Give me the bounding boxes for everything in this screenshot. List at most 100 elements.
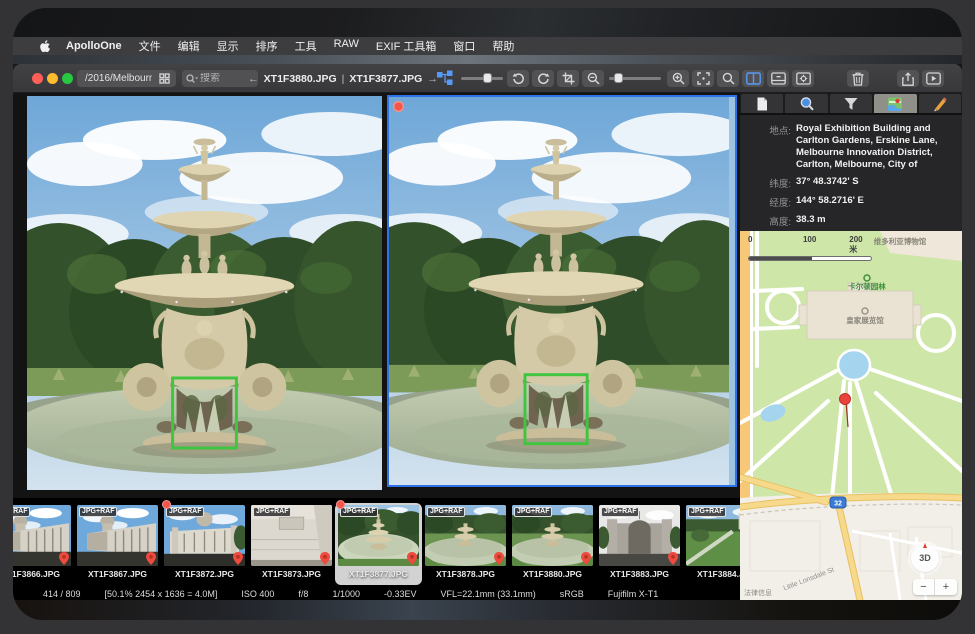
inspector-tab-filter[interactable] (830, 94, 872, 113)
close-window-button[interactable] (32, 73, 43, 84)
thumbnail-size-slider-knob[interactable] (483, 73, 492, 83)
secondary-display-button[interactable] (767, 70, 789, 87)
zoom-window-button[interactable] (62, 73, 73, 84)
status-bar: 414 / 809[50.1% 2454 x 1636 = 4.0M]ISO 4… (13, 588, 740, 600)
thumbnail-image: JPG+RAF (251, 505, 332, 566)
menu-item[interactable]: 帮助 (492, 38, 514, 54)
grid-icon (159, 73, 170, 84)
status-item: [50.1% 2454 x 1636 = 4.0M] (105, 589, 218, 599)
status-item: VFL=22.1mm (33.1mm) (441, 589, 536, 599)
svg-text:32: 32 (834, 501, 842, 508)
crop-icon (562, 72, 575, 85)
map-route-shield: 32 (830, 497, 846, 508)
filmstrip-item[interactable]: JPG+RAF XT1F3883.JPG (596, 503, 683, 585)
rotate-cw-button[interactable] (532, 70, 554, 87)
apple-logo-icon[interactable] (40, 40, 51, 53)
filmstrip-item[interactable]: JPG+RAF XT1F3872.JPG (161, 503, 248, 585)
map-icon (887, 96, 903, 112)
map-zoom-in-button[interactable]: + (935, 579, 957, 595)
expand-arrows-icon (697, 72, 710, 85)
magnifier-plus-icon (672, 72, 685, 85)
map-building-royal-exhibition (799, 283, 921, 339)
magnifier-minus-icon (587, 72, 600, 85)
photo-left[interactable] (27, 96, 382, 490)
rotate-ccw-button[interactable] (507, 70, 529, 87)
format-badge: JPG+RAF (427, 507, 465, 517)
grid-view-button[interactable] (152, 70, 176, 87)
photo-right-selected[interactable] (387, 95, 737, 487)
search-icon (186, 74, 198, 84)
search-input[interactable] (200, 73, 248, 84)
thumbnail-size-slider[interactable] (461, 77, 503, 80)
dual-pane-icon (771, 72, 786, 85)
menu-item[interactable]: 显示 (217, 38, 239, 54)
zoom-slider-knob[interactable] (614, 73, 623, 83)
trash-icon (852, 72, 864, 86)
map-label-museum: 维多利亚博物馆 (874, 236, 927, 246)
wallpaper-strip (13, 55, 962, 64)
browser-layout-button[interactable] (437, 70, 454, 86)
field-value: 37° 48.3742' S (796, 176, 859, 190)
inspector-tab-map[interactable] (874, 94, 916, 113)
filter-icon (843, 96, 859, 112)
minimize-window-button[interactable] (47, 73, 58, 84)
menu-item[interactable]: RAW (334, 38, 359, 54)
screen: ApolloOne 文件 编辑 显示 排序 工具 RAW EXIF 工具箱窗口 帮助 /201… (13, 8, 962, 620)
geotag-pin-icon (668, 552, 678, 565)
filmstrip-item[interactable]: JPG+RAF XT1F3878.JPG (422, 503, 509, 585)
filmstrip-item[interactable]: JPG+RAF XT1F3880.JPG (509, 503, 596, 585)
status-item: sRGB (560, 589, 584, 599)
actual-size-button[interactable] (717, 70, 739, 87)
browser-tree-icon (437, 70, 454, 86)
menu-item[interactable]: 文件 (139, 38, 161, 54)
current-filename: XT1F3877.JPG (349, 73, 422, 85)
zoom-out-button[interactable] (582, 70, 604, 87)
map-legal-link[interactable]: 法律信息 (744, 588, 772, 598)
map-3d-compass-button[interactable]: 3D (911, 544, 939, 572)
thumbnail-image: JPG+RAF (164, 505, 245, 566)
menu-item[interactable]: 编辑 (178, 38, 200, 54)
zoom-to-fit-button[interactable] (692, 70, 714, 87)
field-value: 144° 58.2716' E (796, 195, 864, 209)
inspector-tab-document[interactable] (741, 94, 783, 113)
slideshow-button[interactable] (922, 70, 944, 87)
map-view[interactable]: 32 维多利亚博物馆 卡尔顿园林 皇家展览馆 0 100 200 米 (740, 231, 962, 600)
filmstrip-item[interactable]: JPG+RAF XT1F3884.JPG (683, 503, 740, 585)
menu-app-name[interactable]: ApolloOne (66, 40, 122, 52)
zoom-in-button[interactable] (667, 70, 689, 87)
inspector-tab-edit[interactable] (919, 94, 961, 113)
inspector-tab-magnifier[interactable] (785, 94, 827, 113)
filmstrip-item[interactable]: JPG+RAF XT1F3873.JPG (248, 503, 335, 585)
share-button[interactable] (897, 70, 919, 87)
gps-field: 地点:Royal Exhibition Building and Carlton… (746, 123, 956, 171)
thumbnail-image: JPG+RAF (77, 505, 158, 566)
split-view-icon (746, 72, 761, 85)
menu-item[interactable]: 窗口 (453, 38, 475, 54)
menu-bar: ApolloOne 文件 编辑 显示 排序 工具 RAW EXIF 工具箱窗口 帮助 (13, 37, 962, 55)
prev-file-arrow[interactable]: ← (248, 73, 259, 85)
pane-settings-button[interactable] (792, 70, 814, 87)
rotate-ccw-icon (512, 72, 525, 85)
zoom-slider[interactable] (609, 77, 661, 80)
thumbnail-image: JPG+RAF (686, 505, 740, 566)
gps-field: 纬度:37° 48.3742' S (746, 176, 956, 190)
menu-item[interactable]: 排序 (256, 38, 278, 54)
map-zoom-out-button[interactable]: − (913, 579, 935, 595)
search-field[interactable] (182, 70, 258, 87)
format-badge: JPG+RAF (601, 507, 639, 517)
compare-view-button[interactable] (742, 70, 764, 87)
crop-button[interactable] (557, 70, 579, 87)
scale-200: 200 米 (849, 235, 872, 255)
filmstrip-filename: XT1F3873.JPG (248, 569, 335, 579)
filmstrip-item[interactable]: JPG+RAF XT1F3867.JPG (74, 503, 161, 585)
delete-button[interactable] (847, 70, 869, 87)
flag-dot-icon (393, 101, 404, 112)
filmstrip-item[interactable]: JPG+RAF XT1F3877.JPG (335, 503, 422, 585)
menu-item[interactable]: EXIF 工具箱 (376, 38, 437, 54)
inspector-panel: 地点:Royal Exhibition Building and Carlton… (740, 93, 962, 600)
menu-item[interactable]: 工具 (295, 38, 317, 54)
field-label: 经度: (746, 195, 796, 209)
app-window: /2016/Melbourne (13, 64, 962, 600)
share-icon (902, 72, 914, 86)
filmstrip-item[interactable]: JPG+RAF XT1F3866.JPG (13, 503, 74, 585)
